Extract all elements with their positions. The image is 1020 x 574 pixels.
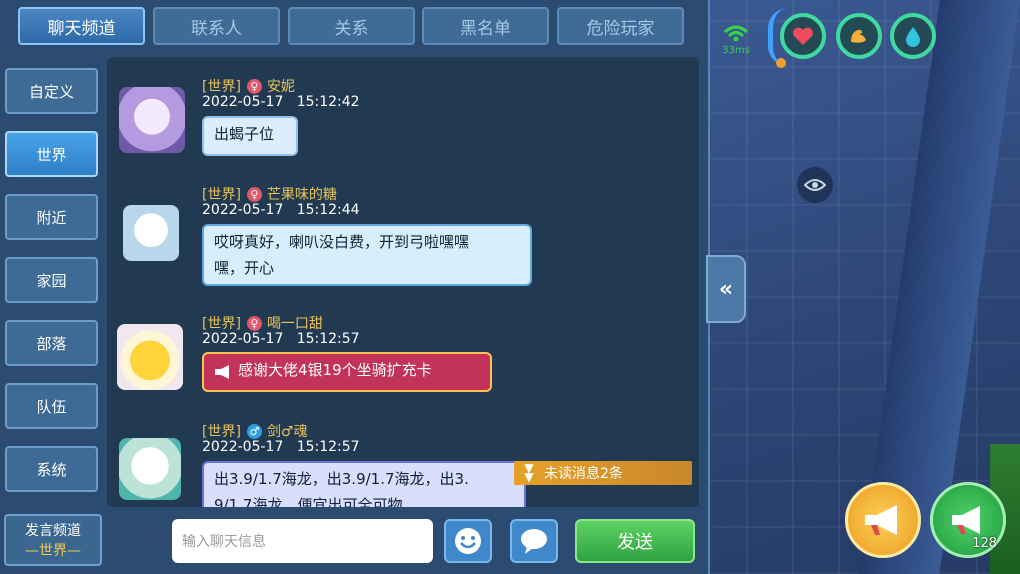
message-bubble: 出3.9/1.7海龙，出3.9/1.7海龙，出3. 9/1.7海龙，便宜出可全可… <box>202 461 526 507</box>
sender-name[interactable]: 安妮 <box>267 79 295 95</box>
horn-send-button[interactable]: 128 <box>930 482 1006 558</box>
tab-contacts[interactable]: 联系人 <box>153 7 280 45</box>
network-signal: 33ms <box>716 24 756 60</box>
male-icon: ♂ <box>246 424 262 439</box>
channel-tag: [世界] <box>202 187 241 203</box>
sidebar-item-world[interactable]: 世界 <box>5 131 98 177</box>
emoji-button[interactable] <box>444 519 492 563</box>
health-stat[interactable] <box>780 13 826 59</box>
sender-name[interactable]: 剑♂魂 <box>267 424 308 440</box>
message-text: 出3.9/1.7海龙，出3.9/1.7海龙，出3. <box>214 470 469 488</box>
double-chevron-down-icon: ▼ ▼ <box>524 461 534 484</box>
message-text: 9/1.7海龙，便宜出可全可物 <box>214 496 403 507</box>
horn-shop-button[interactable] <box>845 482 921 558</box>
avatar[interactable] <box>117 324 183 390</box>
tab-chat-channel[interactable]: 聊天频道 <box>18 7 145 45</box>
message-time: 2022-05-17 15:12:57 <box>202 439 360 455</box>
sidebar-item-tribe[interactable]: 部落 <box>5 320 98 366</box>
message-time: 2022-05-17 15:12:44 <box>202 202 360 218</box>
avatar[interactable] <box>119 438 181 500</box>
message-text: 哎呀真好，喇叭没白费，开到弓啦嘿嘿 <box>214 233 470 251</box>
megaphone-icon <box>215 365 229 379</box>
unread-messages-banner[interactable]: ▼ ▼ 未读消息2条 <box>514 461 692 485</box>
chat-panel: 聊天频道 联系人 关系 黑名单 危险玩家 自定义 世界 附近 家园 部落 队伍 … <box>0 0 710 574</box>
message-bubble: 出蝎子位 <box>202 116 298 156</box>
channel-tag: [世界] <box>202 424 241 440</box>
strength-stat[interactable] <box>836 13 882 59</box>
double-chevron-left-icon: « <box>718 276 734 302</box>
chat-message-list[interactable]: [世界] ♀ 安妮 2022-05-17 15:12:42 出蝎子位 [世界] ♀ 芒果… <box>107 57 699 507</box>
smiley-icon <box>455 528 481 554</box>
tab-relations[interactable]: 关系 <box>288 7 415 45</box>
message-bubble: 哎呀真好，喇叭没白费，开到弓啦嘿嘿 嘿，开心 <box>202 224 532 286</box>
message-text: 感谢大佬4银19个坐骑扩充卡 <box>238 361 432 379</box>
avatar[interactable] <box>123 205 179 261</box>
tab-blacklist[interactable]: 黑名单 <box>422 7 549 45</box>
sidebar-item-team[interactable]: 队伍 <box>5 383 98 429</box>
unread-text: 未读消息2条 <box>544 466 623 482</box>
horn-message-bubble: 感谢大佬4银19个坐骑扩充卡 <box>202 352 492 392</box>
sidebar-item-system[interactable]: 系统 <box>5 446 98 492</box>
channel-tag: [世界] <box>202 79 241 95</box>
megaphone-icon <box>865 505 897 535</box>
send-channel-title: 发言频道 <box>25 523 81 539</box>
message-time: 2022-05-17 15:12:42 <box>202 94 360 110</box>
thirst-stat[interactable] <box>890 13 936 59</box>
female-icon: ♀ <box>246 79 262 94</box>
send-channel-value: —世界— <box>25 543 81 559</box>
megaphone-icon <box>952 506 980 534</box>
muscle-arm-icon <box>851 29 866 43</box>
wifi-icon <box>723 25 749 42</box>
visibility-toggle[interactable] <box>797 167 833 203</box>
tab-dangerous-players[interactable]: 危险玩家 <box>557 7 684 45</box>
send-channel-selector[interactable]: 发言频道 —世界— <box>4 514 102 566</box>
heart-icon <box>793 27 813 45</box>
message-text: 嘿，开心 <box>214 259 275 277</box>
sender-name[interactable]: 芒果味的糖 <box>267 187 337 203</box>
speech-bubble-icon <box>521 529 547 554</box>
send-button[interactable]: 发送 <box>575 519 695 563</box>
message-time: 2022-05-17 15:12:57 <box>202 331 360 347</box>
sidebar-item-custom[interactable]: 自定义 <box>5 68 98 114</box>
avatar[interactable] <box>119 87 185 153</box>
quick-phrase-button[interactable] <box>510 519 558 563</box>
female-icon: ♀ <box>246 187 262 202</box>
collapse-panel-button[interactable]: « <box>706 255 746 323</box>
sidebar-item-home[interactable]: 家园 <box>5 257 98 303</box>
message-text: 出蝎子位 <box>214 125 275 143</box>
sidebar-item-nearby[interactable]: 附近 <box>5 194 98 240</box>
eye-icon <box>804 179 826 191</box>
channel-tag: [世界] <box>202 316 241 332</box>
horn-count: 128 <box>972 536 997 551</box>
chat-input[interactable] <box>172 519 433 563</box>
ping-value: 33ms <box>722 45 750 56</box>
female-icon: ♀ <box>246 316 262 331</box>
water-drop-icon <box>906 27 920 47</box>
sender-name[interactable]: 喝一口甜 <box>267 316 323 332</box>
